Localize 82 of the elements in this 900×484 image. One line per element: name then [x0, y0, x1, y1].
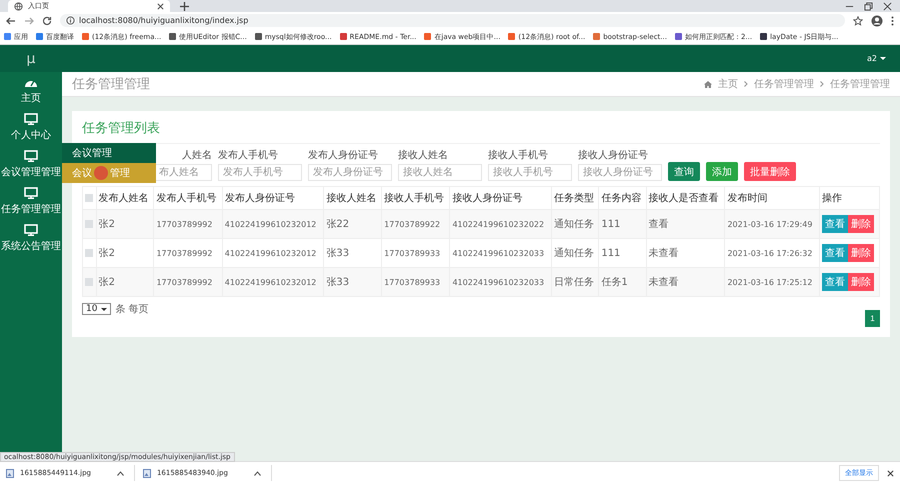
back-icon[interactable]: [6, 16, 16, 26]
table-cell: 张2: [96, 210, 154, 238]
star-icon[interactable]: [853, 16, 863, 26]
sidebar-item[interactable]: 系统公告管理: [1, 220, 61, 257]
page-size-select[interactable]: 10: [82, 303, 112, 315]
page-title: 任务管理管理: [72, 76, 150, 93]
close-icon[interactable]: [157, 2, 164, 10]
table-cell: 17703789922: [382, 210, 450, 238]
checkbox[interactable]: [85, 220, 93, 228]
chevron-up-icon[interactable]: [254, 470, 261, 476]
field-label: 人姓名: [182, 149, 212, 162]
column-header: 发布人身份证号: [222, 186, 324, 210]
input-field[interactable]: 接收人身份证号: [578, 164, 662, 181]
action-button[interactable]: 查询: [668, 162, 700, 181]
field-label: 接收人姓名: [398, 148, 449, 162]
chevron-icon: [820, 81, 824, 87]
input-field[interactable]: 布人姓名: [154, 164, 212, 181]
table-cell: 张33: [324, 268, 382, 296]
checkbox[interactable]: [85, 194, 93, 202]
monitor-icon: [24, 150, 38, 162]
table-cell: 17703789933: [382, 268, 450, 296]
input-field[interactable]: 接收人姓名: [398, 164, 482, 181]
table-cell: 张22: [324, 210, 382, 238]
checkbox[interactable]: [85, 278, 93, 286]
home-icon: [704, 80, 712, 88]
input-field[interactable]: 发布人身份证号: [308, 164, 392, 181]
page-button[interactable]: 1: [865, 310, 880, 327]
input-field[interactable]: 接收人手机号: [488, 164, 572, 181]
logo[interactable]: μ: [0, 45, 62, 72]
table-cell: 通知任务: [552, 210, 599, 238]
globe-icon: [14, 2, 23, 10]
column-header: 接收人身份证号: [450, 186, 552, 210]
field-label: 接收人手机号: [488, 148, 549, 162]
row-action-button[interactable]: 删除: [848, 215, 874, 233]
action-button[interactable]: 批量删除: [744, 162, 796, 181]
image-file-icon: [6, 468, 14, 478]
sidebar-item[interactable]: 任务管理管理: [1, 183, 61, 220]
field-label: 发布人身份证号: [308, 149, 379, 162]
table-cell: 张2: [96, 268, 154, 296]
table-cell: 查看: [646, 210, 725, 238]
caret-icon: [880, 57, 886, 60]
table-cell: 2021-03-16 17:29:49: [724, 210, 820, 238]
account-icon[interactable]: [871, 14, 883, 26]
table-cell: 410224199610232022: [450, 210, 552, 238]
row-action-button[interactable]: 删除: [848, 273, 874, 291]
chevron-up-icon[interactable]: [116, 470, 124, 476]
table-cell: 2021-03-16 17:25:12: [724, 268, 820, 296]
address-bar[interactable]: localhost:8080/huiyiguanlixitong/index.jsp: [60, 14, 845, 27]
field-label: 接收人身份证号: [578, 148, 649, 162]
table-cell: 17703789992: [154, 268, 222, 296]
table-cell: 410224199610232033: [450, 268, 552, 296]
submenu-item[interactable]: 会议管理: [62, 143, 156, 163]
checkbox[interactable]: [85, 248, 93, 257]
restore-icon[interactable]: [864, 2, 873, 10]
page-size-label: 条 每页: [115, 303, 149, 316]
table-cell: 17703789992: [154, 210, 222, 238]
chevron-icon: [744, 81, 748, 87]
user-menu[interactable]: a2: [867, 54, 886, 63]
reload-icon[interactable]: [42, 16, 52, 26]
table-cell: 任务1: [598, 268, 646, 296]
table-cell: 410224199610232012: [222, 210, 324, 238]
input-field[interactable]: 发布人手机号: [218, 164, 302, 181]
table-cell: 未查看: [646, 268, 725, 296]
column-header: 发布时间: [724, 186, 820, 210]
monitor-icon: [24, 224, 38, 236]
field-label: 发布人手机号: [218, 148, 279, 162]
table-cell: 111: [598, 210, 646, 238]
new-tab-icon[interactable]: [180, 2, 189, 10]
sidebar-item[interactable]: 个人中心: [11, 109, 51, 146]
caret-icon: [101, 308, 108, 310]
close-icon[interactable]: [883, 2, 892, 10]
close-icon[interactable]: [887, 470, 894, 476]
sidebar-item[interactable]: 会议管理管理: [1, 146, 61, 183]
table-cell: 410224199610232012: [222, 268, 324, 296]
sidebar-item[interactable]: 主页: [21, 72, 41, 109]
info-icon: [66, 16, 75, 25]
row-action-button[interactable]: 删除: [848, 244, 874, 262]
more-icon[interactable]: [891, 16, 894, 26]
table-cell: 日常任务: [552, 268, 599, 296]
image-file-icon: [142, 468, 151, 478]
monitor-icon: [24, 113, 38, 125]
monitor-icon: [24, 187, 38, 199]
